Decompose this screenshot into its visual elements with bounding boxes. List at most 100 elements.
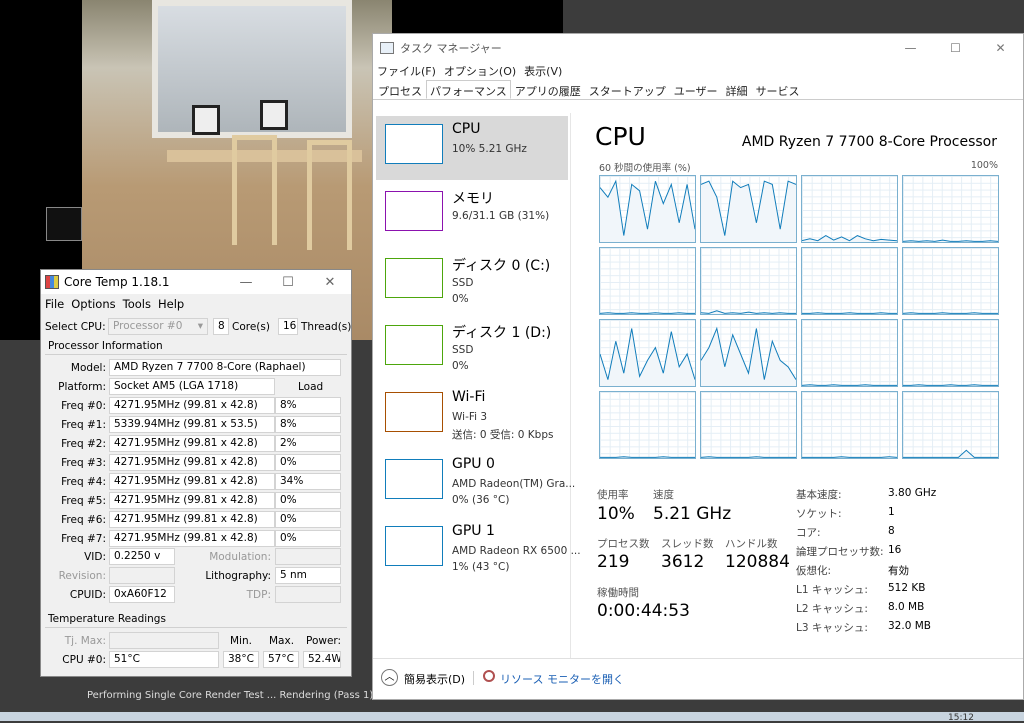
tab-details[interactable]: 詳細 — [722, 80, 752, 99]
tjmax-value — [109, 632, 219, 649]
maximize-button[interactable]: ☐ — [933, 41, 978, 55]
tdp-value — [275, 586, 341, 603]
freq-label: Freq #5: — [61, 495, 106, 507]
freq-label: Freq #1: — [61, 419, 106, 431]
group-divider — [45, 627, 347, 628]
thumbnail-window — [46, 207, 82, 241]
menu-file[interactable]: ファイル(F) — [377, 63, 436, 79]
menu-options[interactable]: オプション(O) — [444, 63, 516, 79]
sidebar-item-detail: SSD — [452, 344, 474, 356]
sidebar-item-detail: 10% 5.21 GHz — [452, 143, 527, 155]
sidebar-item-name: メモリ — [452, 191, 494, 207]
sidebar-item-detail: AMD Radeon RX 6500 ... — [452, 545, 581, 557]
compact-view-link[interactable]: 簡易表示(D) — [404, 671, 465, 687]
platform-value: Socket AM5 (LGA 1718) — [109, 378, 275, 395]
threads-label: Thread(s) — [301, 321, 352, 333]
freq-label: Freq #3: — [61, 457, 106, 469]
freq-label: Freq #2: — [61, 438, 106, 450]
sidebar-item-detail: SSD — [452, 277, 474, 289]
core-utilization-line — [600, 456, 695, 458]
chevron-up-icon[interactable]: ︿ — [381, 669, 398, 686]
tab-app-history[interactable]: アプリの履歴 — [511, 80, 585, 99]
info-label: 基本速度: — [796, 489, 842, 501]
core-utilization-line — [802, 235, 897, 242]
util-label: 使用率 — [597, 489, 629, 501]
core-utilization-graph — [801, 391, 898, 459]
cpuid-label: CPUID: — [69, 589, 106, 601]
tab-services[interactable]: サービス — [752, 80, 804, 99]
taskmanager-title: タスク マネージャー — [400, 42, 502, 55]
proc-label: プロセス数 — [597, 538, 650, 550]
revision-value — [109, 567, 175, 584]
core-graph-grid — [599, 175, 999, 462]
sidebar-item[interactable]: ディスク 1 (D:) SSD 0% — [376, 317, 568, 381]
thread-value: 3612 — [661, 552, 705, 572]
vid-label: VID: — [84, 551, 106, 563]
taskmanager-menubar: ファイル(F) オプション(O) 表示(V) — [373, 62, 1023, 80]
resource-monitor-icon — [483, 670, 495, 682]
utilization-max-label: 100% — [970, 160, 998, 171]
sidebar-item[interactable]: GPU 1 AMD Radeon RX 6500 ... 1% (43 °C) — [376, 518, 581, 582]
sidebar-item[interactable]: CPU 10% 5.21 GHz — [376, 116, 568, 180]
freq-value: 4271.95MHz (99.81 x 42.8) — [109, 454, 275, 471]
sidebar-item-detail: Wi-Fi 3 — [452, 411, 488, 423]
load-value: 8% — [275, 416, 341, 433]
menu-view[interactable]: 表示(V) — [524, 63, 562, 79]
info-label: 仮想化: — [796, 565, 832, 577]
menu-file[interactable]: File — [45, 297, 64, 311]
taskmanager-titlebar[interactable]: タスク マネージャー — ☐ ✕ — [373, 34, 1023, 62]
tab-performance[interactable]: パフォーマンス — [426, 80, 511, 99]
coretemp-titlebar[interactable]: Core Temp 1.18.1 — ☐ ✕ — [41, 270, 351, 294]
load-value: 0% — [275, 530, 341, 547]
sidebar-item[interactable]: Wi-Fi Wi-Fi 3 送信: 0 受信: 0 Kbps — [376, 384, 568, 448]
load-header: Load — [298, 381, 324, 393]
sidebar-item-name: ディスク 0 (C:) — [452, 258, 551, 274]
resource-monitor-link[interactable]: リソース モニターを開く — [500, 671, 624, 687]
proc-info-title: Processor Information — [48, 340, 163, 352]
modulation-label: Modulation: — [209, 551, 271, 563]
coretemp-menubar: File Options Tools Help — [41, 294, 351, 314]
core-utilization-graph — [700, 319, 797, 387]
processor-select[interactable]: Processor #0 ▾ — [108, 318, 208, 335]
core-utilization-area — [600, 328, 695, 386]
freq-value: 4271.95MHz (99.81 x 42.8) — [109, 530, 275, 547]
freq-label: Freq #0: — [61, 400, 106, 412]
taskmanager-app-icon — [380, 42, 394, 54]
cpu0-power: 52.4W — [303, 651, 341, 668]
tab-users[interactable]: ユーザー — [670, 80, 722, 99]
tdp-label: TDP: — [246, 589, 271, 601]
sidebar-item[interactable]: GPU 0 AMD Radeon(TM) Gra... 0% (36 °C) — [376, 451, 575, 515]
tab-startup[interactable]: スタートアップ — [585, 80, 670, 99]
cores-value: 8 — [213, 318, 229, 335]
core-utilization-line — [903, 239, 998, 242]
taskbar-clock: 15:12 — [948, 713, 974, 723]
speed-value: 5.21 GHz — [653, 504, 732, 524]
info-label: L2 キャッシュ: — [796, 603, 868, 615]
freq-label: Freq #7: — [61, 533, 106, 545]
load-value: 2% — [275, 435, 341, 452]
info-label: L1 キャッシュ: — [796, 584, 868, 596]
sidebar-item-detail: 1% (43 °C) — [452, 561, 510, 573]
maximize-button[interactable]: ☐ — [267, 275, 309, 290]
close-button[interactable]: ✕ — [978, 41, 1023, 55]
minimize-button[interactable]: — — [225, 275, 267, 290]
menu-options[interactable]: Options — [71, 297, 115, 311]
model-value: AMD Ryzen 7 7700 8-Core (Raphael) — [109, 359, 341, 376]
tjmax-label: Tj. Max: — [64, 635, 106, 647]
menu-help[interactable]: Help — [158, 297, 184, 311]
menu-tools[interactable]: Tools — [123, 297, 151, 311]
sidebar-item-detail: 0% — [452, 293, 469, 305]
freq-value: 4271.95MHz (99.81 x 42.8) — [109, 397, 275, 414]
sidebar-item[interactable]: メモリ 9.6/31.1 GB (31%) — [376, 183, 568, 247]
core-utilization-graph — [700, 247, 797, 315]
minimize-button[interactable]: — — [888, 41, 933, 55]
sidebar-thumbnail-graph — [385, 124, 443, 164]
tab-processes[interactable]: プロセス — [374, 80, 426, 99]
core-utilization-graph — [902, 319, 999, 387]
sidebar-item-detail: AMD Radeon(TM) Gra... — [452, 478, 576, 490]
taskmanager-footer: ︿ 簡易表示(D) リソース モニターを開く — [373, 658, 1023, 700]
sidebar-item[interactable]: ディスク 0 (C:) SSD 0% — [376, 250, 568, 314]
handle-label: ハンドル数 — [725, 538, 778, 550]
core-utilization-area — [701, 181, 796, 242]
close-button[interactable]: ✕ — [309, 275, 351, 290]
